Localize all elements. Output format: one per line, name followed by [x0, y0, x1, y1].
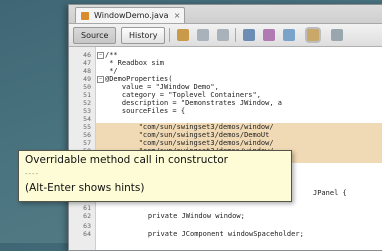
find-previous-icon[interactable]: [263, 29, 275, 41]
code-line: "com/sun/swingset3/demos/DemoUt: [105, 131, 270, 139]
hint-tooltip[interactable]: Overridable method call in constructor -…: [18, 150, 292, 202]
source-button[interactable]: Source: [73, 27, 117, 44]
fold-toggle[interactable]: −: [97, 52, 104, 59]
line-number: 62: [83, 212, 91, 220]
back-icon[interactable]: [197, 29, 209, 41]
toggle-highlight-icon[interactable]: [307, 29, 319, 41]
editor-tab-windowdemo[interactable]: WindowDemo.java ×: [75, 7, 186, 23]
find-icon[interactable]: [243, 29, 255, 41]
line-number: 55: [83, 123, 91, 131]
code-line: /**: [105, 51, 118, 59]
last-edit-icon[interactable]: [177, 29, 189, 41]
line-number: 48: [83, 67, 91, 75]
toolbar-separator: [169, 28, 170, 42]
code-line: @DemoProperties(: [105, 75, 173, 83]
line-number: 53: [83, 107, 91, 115]
code-line: description = "Demonstrates JWindow, a: [105, 99, 283, 107]
line-number: 64: [83, 230, 91, 238]
code-line: "com/sun/swingset3/demos/window/: [105, 139, 274, 147]
line-number: 50: [83, 83, 91, 91]
editor-toolbar: Source History: [69, 24, 382, 47]
line-number: 49: [83, 75, 91, 83]
line-number: 54: [83, 115, 91, 123]
editor-tab-bar: WindowDemo.java ×: [69, 5, 382, 24]
line-number: 51: [83, 91, 91, 99]
line-number: 46: [83, 51, 91, 59]
code-line: "com/sun/swingset3/demos/window/: [105, 123, 274, 131]
editor-tab-label: WindowDemo.java: [94, 11, 169, 20]
line-number: 63: [83, 222, 91, 230]
code-line: sourceFiles = {: [105, 107, 186, 115]
code-line: */: [105, 67, 118, 75]
hint-shortcut: (Alt-Enter shows hints): [25, 182, 145, 194]
find-next-icon[interactable]: [283, 29, 295, 41]
code-editor[interactable]: 46 47 48 49 50 51 52 53 54 55 56 57 58 5…: [69, 47, 382, 250]
toolbar-separator: [235, 28, 236, 42]
java-file-icon: [81, 12, 89, 20]
code-line: value = "JWindow Demo",: [105, 83, 219, 91]
line-number: 52: [83, 99, 91, 107]
history-button[interactable]: History: [121, 27, 166, 44]
line-number: 57: [83, 139, 91, 147]
code-line: * Readbox sim: [105, 59, 165, 67]
fold-toggle[interactable]: −: [97, 76, 104, 83]
toggle-rect-select-icon[interactable]: [331, 29, 343, 41]
forward-icon[interactable]: [217, 29, 229, 41]
ide-window: WindowDemo.java × Source History 46 47 4…: [68, 4, 382, 251]
code-line: private JWindow window;: [131, 212, 245, 220]
code-line: private JComponent windowSpaceholder;: [131, 230, 304, 238]
line-number: 47: [83, 59, 91, 67]
code-line: category = "Toplevel Containers",: [105, 91, 261, 99]
hint-title: Overridable method call in constructor: [25, 154, 229, 166]
code-line-tail: JPanel {: [313, 189, 347, 197]
close-icon[interactable]: ×: [174, 8, 181, 23]
line-number: 61: [83, 204, 91, 212]
hint-separator: ----: [25, 170, 40, 178]
line-number: 56: [83, 131, 91, 139]
